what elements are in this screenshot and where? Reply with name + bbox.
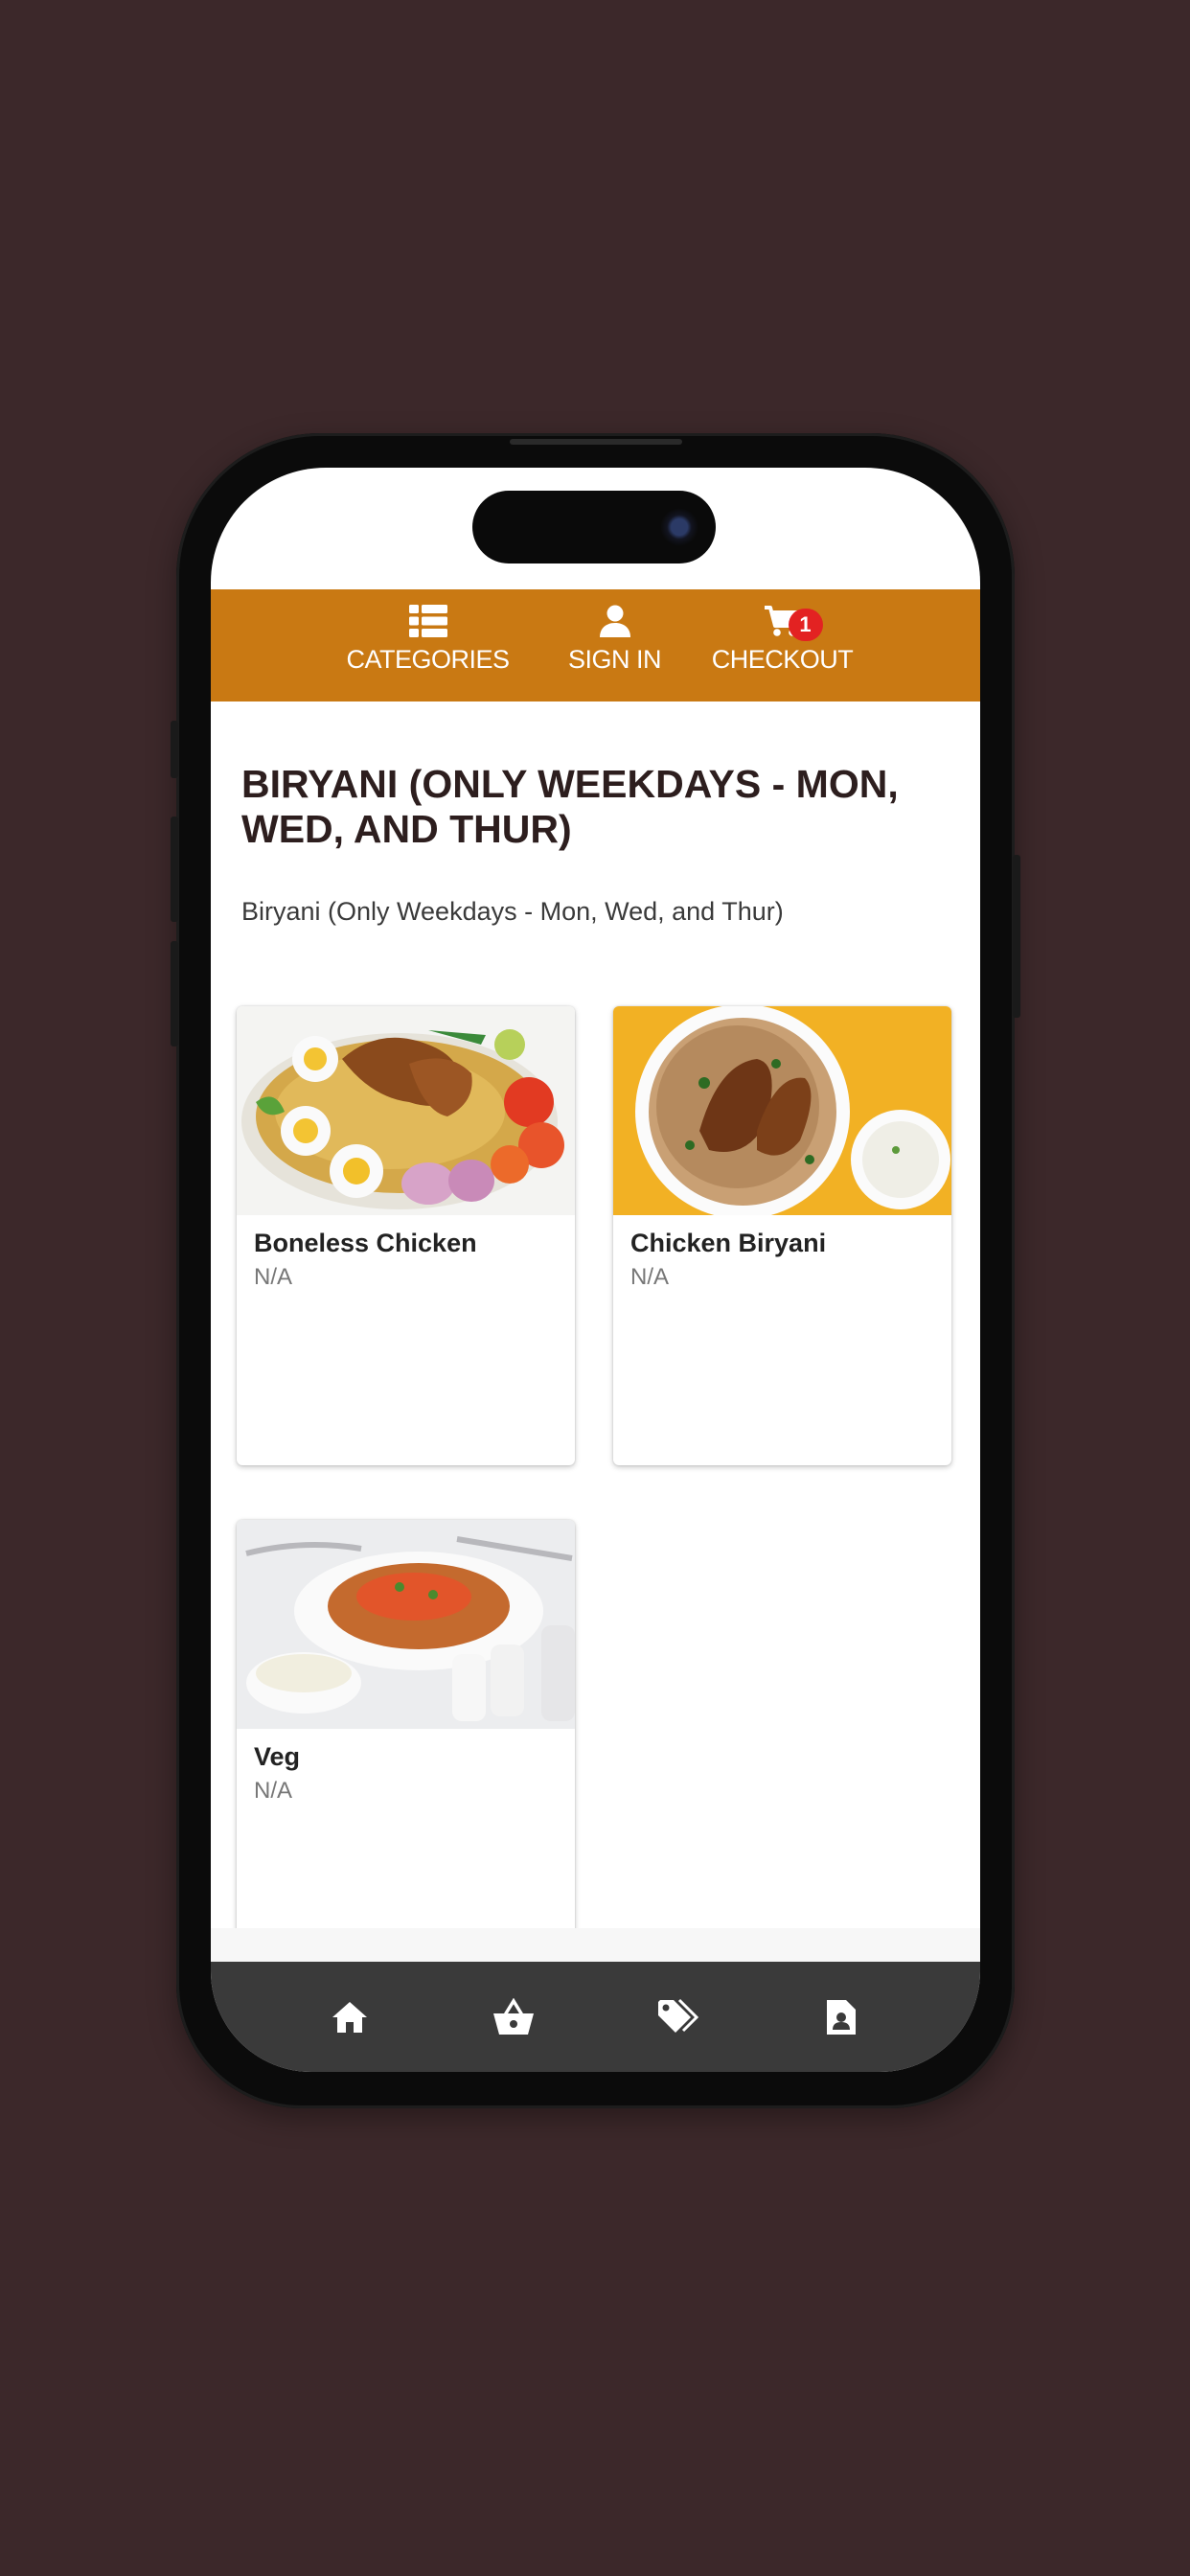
list-icon xyxy=(408,605,447,637)
front-camera xyxy=(660,508,698,546)
bottom-tab-bar xyxy=(211,1962,980,2072)
tab-offers[interactable] xyxy=(649,1989,706,2046)
top-navigation-bar: CATEGORIES SIGN IN 1 CHECKOUT xyxy=(211,589,980,702)
item-price: N/A xyxy=(254,1778,293,1804)
phone-screen: CATEGORIES SIGN IN 1 CHECKOUT BIRYANI (O… xyxy=(211,468,980,2072)
item-name: Veg xyxy=(254,1742,301,1771)
user-icon xyxy=(599,605,630,637)
dynamic-island xyxy=(472,491,716,564)
sign-in-nav-button[interactable]: SIGN IN xyxy=(524,589,706,702)
item-name: Chicken Biryani xyxy=(630,1229,827,1257)
boneless-chicken-image xyxy=(237,1006,575,1215)
menu-item-card[interactable]: Chicken Biryani N/A xyxy=(613,1006,951,1465)
categories-nav-button[interactable]: CATEGORIES xyxy=(332,589,524,702)
categories-label: CATEGORIES xyxy=(346,645,510,674)
speaker-grille xyxy=(510,439,682,445)
menu-item-card[interactable]: Boneless Chicken N/A xyxy=(237,1006,575,1465)
cart-count-badge: 1 xyxy=(788,609,823,641)
chicken-biryani-image xyxy=(613,1006,951,1215)
basket-icon xyxy=(493,1997,535,2035)
tab-basket[interactable] xyxy=(485,1989,542,2046)
contact-icon xyxy=(826,1999,856,2035)
checkout-nav-button[interactable]: 1 CHECKOUT xyxy=(706,589,859,702)
sign-in-label: SIGN IN xyxy=(567,645,662,674)
content-bottom-edge xyxy=(211,1928,980,1966)
tag-icon xyxy=(657,1998,698,2033)
item-name: Boneless Chicken xyxy=(254,1229,477,1257)
home-icon xyxy=(332,2001,368,2033)
phone-frame: CATEGORIES SIGN IN 1 CHECKOUT BIRYANI (O… xyxy=(171,433,1020,2108)
volume-up-button xyxy=(171,816,178,922)
veg-biryani-image xyxy=(237,1520,575,1729)
tab-home[interactable] xyxy=(321,1989,378,2046)
tab-contact[interactable] xyxy=(812,1989,870,2046)
checkout-label: CHECKOUT xyxy=(711,645,854,674)
item-price: N/A xyxy=(254,1264,293,1290)
volume-down-button xyxy=(171,941,178,1046)
menu-item-card[interactable]: Veg N/A xyxy=(237,1520,575,1942)
mute-switch xyxy=(171,721,178,778)
page-subtitle: Biryani (Only Weekdays - Mon, Wed, and T… xyxy=(241,897,784,926)
power-button xyxy=(1013,855,1020,1018)
page-title: BIRYANI (ONLY WEEKDAYS - MON, WED, AND T… xyxy=(241,762,899,851)
item-price: N/A xyxy=(630,1264,670,1290)
